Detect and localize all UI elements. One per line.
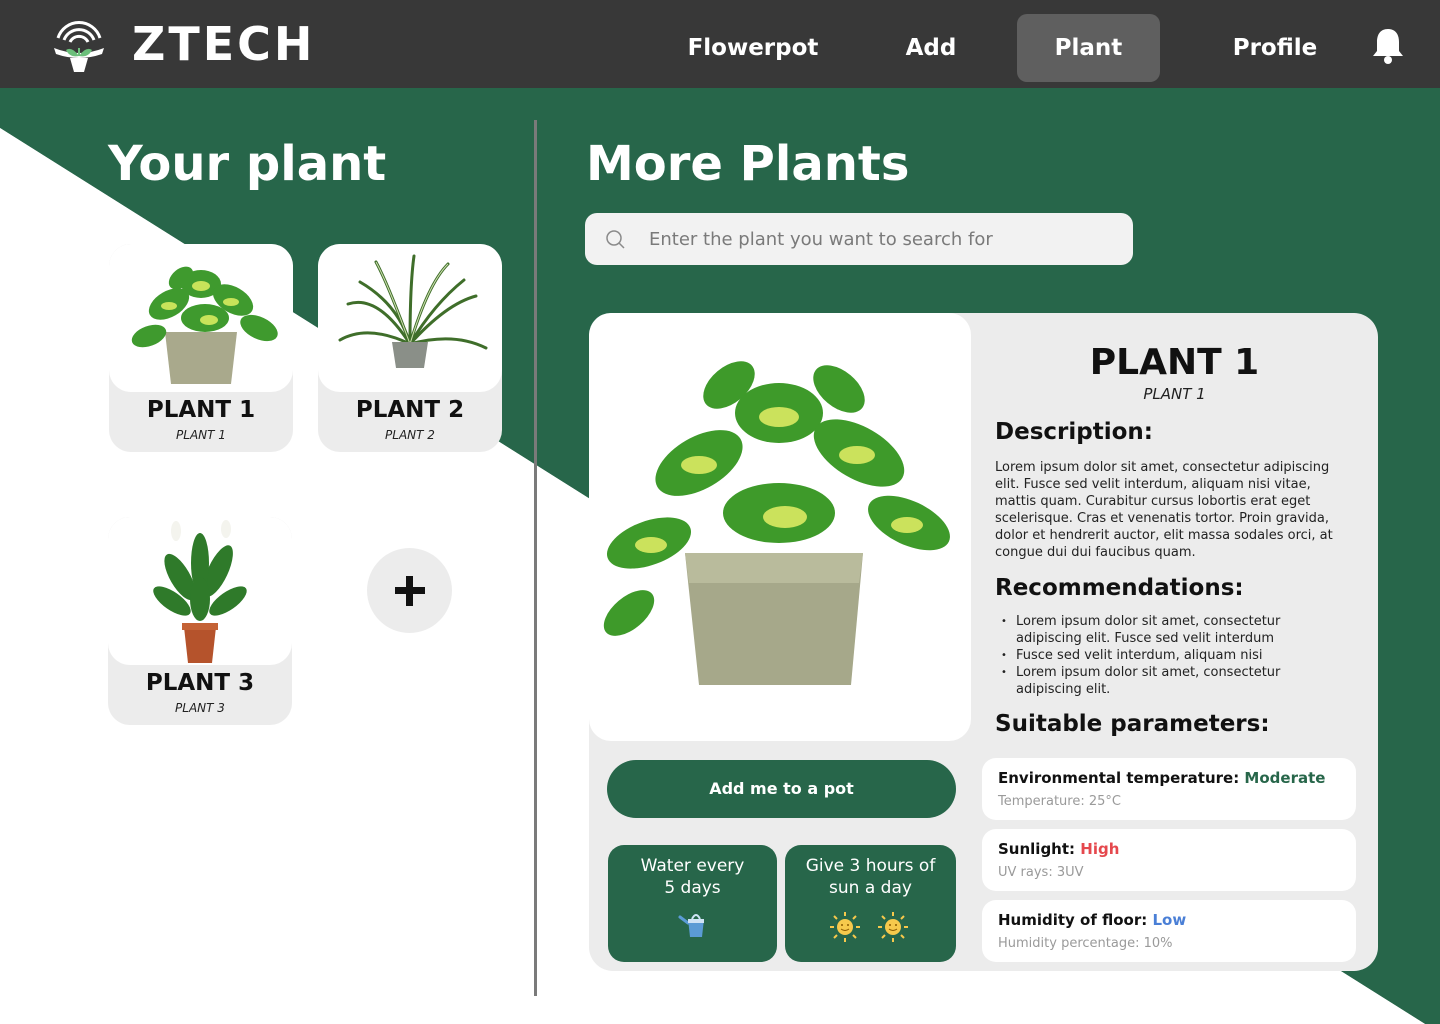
watering-line-2: 5 days [664,878,721,898]
watering-line-1: Water every [640,856,745,876]
list-item: Lorem ipsum dolor sit amet, consectetur … [1001,613,1341,647]
brand-name: ZTECH [132,17,316,71]
plant-search-bar [585,213,1133,265]
plant-image [318,244,502,392]
plant-card-name: PLANT 1 [146,397,256,423]
nav-profile[interactable]: Profile [1205,14,1345,82]
nav-flowerpot[interactable]: Flowerpot [670,14,836,82]
add-plant-button[interactable] [367,548,452,633]
your-plant-title: Your plant [108,136,387,192]
watering-card: Water every 5 days [608,845,777,962]
sun-icon [878,912,908,942]
plant-card-2[interactable]: PLANT 2 PLANT 2 [318,244,502,452]
param-label-row: Humidity of floor: Low [998,911,1186,929]
description-heading: Description: [995,419,1153,445]
param-note: Temperature: 25°C [998,794,1121,809]
list-item: Lorem ipsum dolor sit amet, consectetur … [1001,664,1341,698]
plant-card-subtitle: PLANT 3 [175,701,225,715]
param-label-row: Sunlight: High [998,840,1119,858]
search-icon [606,230,625,249]
bell-icon[interactable] [1370,26,1406,66]
nav-plant[interactable]: Plant [1017,14,1160,82]
recommendations-list: Lorem ipsum dolor sit amet, consectetur … [1001,613,1341,698]
plant-card-subtitle: PLANT 1 [176,428,226,442]
param-temperature: Environmental temperature: Moderate Temp… [982,758,1356,820]
param-label-row: Environmental temperature: Moderate [998,769,1325,787]
param-label: Environmental temperature: [998,769,1245,787]
recommendations-heading: Recommendations: [995,575,1244,601]
plant-detail-title: PLANT 1 [1089,342,1260,383]
nav-add[interactable]: Add [880,14,982,82]
sunlight-line-1: Give 3 hours of [805,856,936,876]
more-plants-title: More Plants [586,136,910,192]
sunlight-card: Give 3 hours of sun a day [785,845,956,962]
list-item: Fusce sed velit interdum, aliquam nisi [1001,647,1341,664]
parameters-heading: Suitable parameters: [995,711,1270,737]
param-value: High [1080,840,1120,858]
param-value: Moderate [1244,769,1326,787]
watering-can-icon [678,914,704,937]
plant-detail-card: PLANT 1 PLANT 1 Description: Lorem ipsum… [589,313,1378,971]
sunlight-text: Give 3 hours of sun a day [793,855,948,899]
plant-image [109,244,293,392]
plus-icon [395,576,425,606]
param-note: UV rays: 3UV [998,865,1084,880]
description-text: Lorem ipsum dolor sit amet, consectetur … [995,460,1333,560]
watering-text: Water every 5 days [616,855,769,899]
param-humidity: Humidity of floor: Low Humidity percenta… [982,900,1356,962]
plant-card-1[interactable]: PLANT 1 PLANT 1 [109,244,293,452]
plant-card-name: PLANT 2 [355,397,465,423]
param-label: Sunlight: [998,840,1081,858]
column-divider [534,120,537,996]
param-value: Low [1152,911,1187,929]
logo-icon [54,21,104,72]
plant-image [108,517,292,665]
param-label: Humidity of floor: [998,911,1153,929]
param-note: Humidity percentage: 10% [998,936,1173,951]
top-nav-bar: ZTECH Flowerpot Add Plant Profile [0,0,1440,88]
sun-icon [830,912,860,942]
plant-card-3[interactable]: PLANT 3 PLANT 3 [108,517,292,725]
plant-card-subtitle: PLANT 2 [385,428,435,442]
param-sunlight: Sunlight: High UV rays: 3UV [982,829,1356,891]
sunlight-line-2: sun a day [829,878,912,898]
search-input[interactable] [649,213,1119,265]
plant-detail-image [589,313,971,741]
plant-card-name: PLANT 3 [145,670,255,696]
plant-detail-subtitle: PLANT 1 [1143,385,1206,403]
add-to-pot-button[interactable]: Add me to a pot [607,760,956,818]
